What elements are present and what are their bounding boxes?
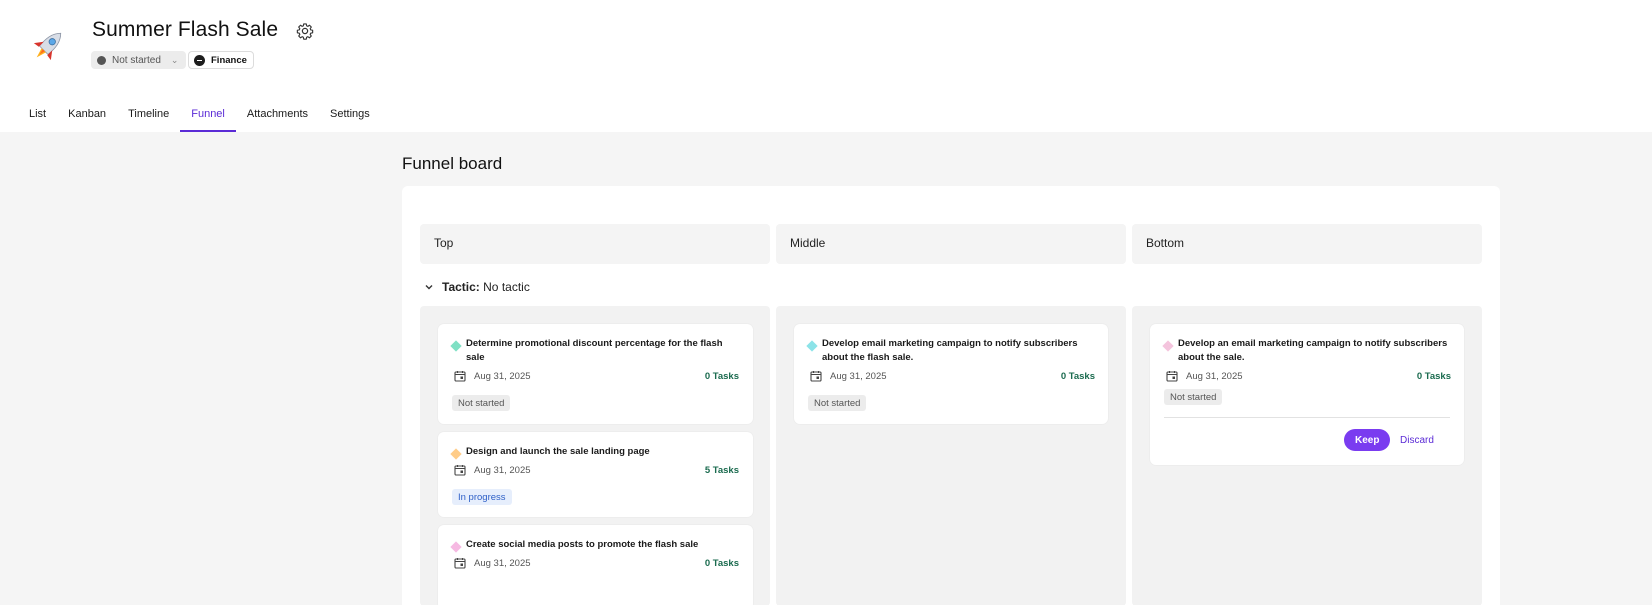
status-badge: Not started [808,395,867,411]
diamond-icon [1162,340,1174,352]
status-badge: Not started [452,395,511,411]
chevron-down-icon: ⌄ [170,54,179,65]
team-tag[interactable]: Finance [188,51,254,69]
due-date: Aug 31, 2025 [830,370,887,382]
status-badge: In progress [452,489,512,505]
card-title: Develop an email marketing campaign to n… [1178,338,1448,363]
task-count: 0 Tasks [1060,370,1095,382]
due-date: Aug 31, 2025 [1186,370,1243,382]
tab-kanban[interactable]: Kanban [57,100,117,132]
status-badge: Not started [1164,389,1223,405]
task-card[interactable]: Determine promotional discount percentag… [438,324,753,424]
calendar-icon [810,371,822,382]
calendar-icon [454,558,466,569]
column-header-top: Top [420,224,770,264]
tactic-label: Tactic: [442,280,480,294]
lane-bottom: Develop an email marketing campaign to n… [1132,306,1482,605]
task-count: 5 Tasks [704,464,739,476]
diamond-icon [450,541,462,553]
card-title: Develop email marketing campaign to noti… [822,338,1078,363]
task-card[interactable]: Develop an email marketing campaign to n… [1150,324,1464,465]
due-date: Aug 31, 2025 [474,557,531,569]
tactic-value: No tactic [483,280,530,294]
chevron-down-icon [425,285,433,290]
card-title: Create social media posts to promote the… [466,539,699,550]
column-header-bottom: Bottom [1132,224,1482,264]
calendar-icon [1166,371,1178,382]
divider [1164,417,1450,418]
task-count: 0 Tasks [1416,370,1451,382]
calendar-icon [454,465,466,476]
task-count: 0 Tasks [704,370,739,382]
task-card[interactable]: Design and launch the sale landing page … [438,432,753,517]
funnel-board: Top Middle Bottom Tactic: No tactic Dete… [402,186,1500,605]
view-tabs: List Kanban Timeline Funnel Attachments … [18,100,381,132]
task-card[interactable]: Develop email marketing campaign to noti… [794,324,1108,424]
tab-list[interactable]: List [18,100,57,132]
card-title: Determine promotional discount percentag… [466,338,723,363]
status-dot-icon [97,55,106,65]
column-header-middle: Middle [776,224,1126,264]
keep-button[interactable]: Keep [1344,429,1391,451]
due-date: Aug 31, 2025 [474,464,531,476]
due-date: Aug 31, 2025 [474,370,531,382]
tab-timeline[interactable]: Timeline [117,100,180,132]
tab-settings[interactable]: Settings [319,100,381,132]
tab-funnel[interactable]: Funnel [180,100,236,132]
main-content: Funnel board Top Middle Bottom Tactic: N… [0,132,1652,605]
diamond-icon [450,340,462,352]
diamond-icon [450,448,462,460]
project-title: Summer Flash Sale [92,18,279,41]
status-dropdown[interactable]: Not started ⌄ [91,51,187,69]
project-header: Summer Flash Sale Not started ⌄ Finance … [0,0,1652,132]
rocket-icon [28,26,68,66]
lane-top: Determine promotional discount percentag… [420,306,770,605]
status-label: Not started [112,54,161,66]
gear-icon[interactable] [296,22,314,40]
tactic-group-toggle[interactable]: Tactic: No tactic [424,280,530,294]
team-label: Finance [211,54,247,66]
tab-attachments[interactable]: Attachments [236,100,319,132]
calendar-icon [454,371,466,382]
task-count: 0 Tasks [704,557,739,569]
discard-button[interactable]: Discard [1394,429,1440,451]
task-card[interactable]: Create social media posts to promote the… [438,525,753,605]
card-title: Design and launch the sale landing page [466,446,650,457]
page-title: Funnel board [402,154,503,173]
lane-middle: Develop email marketing campaign to noti… [776,306,1126,605]
diamond-icon [806,340,818,352]
team-icon [194,54,205,66]
